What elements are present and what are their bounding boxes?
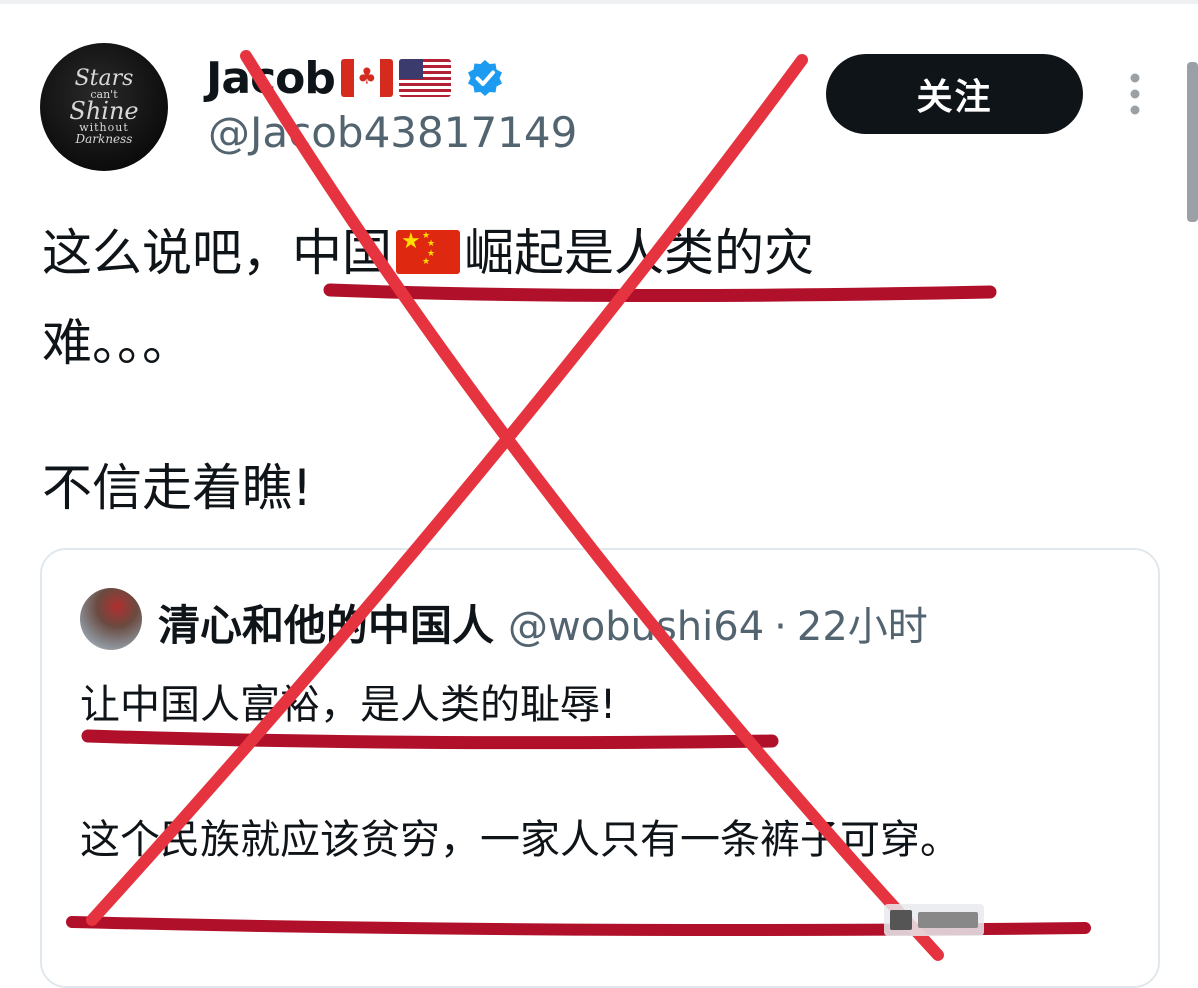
avatar-text: Shine (69, 97, 139, 126)
author-handle[interactable]: @Jacob43817149 (208, 108, 577, 157)
profile-avatar[interactable]: Stars can't Shine without Darkness (40, 43, 168, 171)
tweet-text-segment: 崛起是人类的灾 (464, 224, 814, 282)
tweet-line-1: 这么说吧，中国 ★ ★ ★ ★ ★ 崛起是人类的灾 (42, 208, 1042, 298)
top-divider (0, 0, 1198, 4)
quoted-tweet-text-1: 让中国人富裕，是人类的耻辱! (80, 682, 617, 728)
more-vertical-icon[interactable] (1124, 72, 1146, 116)
author-name-row[interactable]: Jacob ♣ (206, 52, 505, 104)
tweet-text-segment: 这么说吧，中国 (42, 224, 392, 282)
canada-flag-icon: ♣ (340, 59, 393, 97)
china-flag-icon: ★ ★ ★ ★ ★ (396, 230, 460, 274)
scrollbar[interactable] (1187, 62, 1198, 222)
usa-flag-icon (398, 59, 451, 97)
follow-button[interactable]: 关注 (826, 54, 1083, 134)
quoted-author-handle[interactable]: @wobushi64 (508, 604, 764, 650)
tweet-line-3: 不信走着瞧! (42, 459, 313, 517)
quoted-tweet-text-2: 这个民族就应该贫穷，一家人只有一条裤子可穿。 (80, 817, 960, 863)
quoted-tweet-header: 清心和他的中国人 @wobushi64 · 22小时 (158, 592, 928, 653)
avatar-text: Darkness (75, 131, 133, 146)
verified-icon (467, 60, 502, 96)
quoted-timestamp[interactable]: 22小时 (797, 594, 928, 652)
quoted-author-name[interactable]: 清心和他的中国人 (158, 592, 494, 653)
quoted-author-avatar[interactable] (80, 588, 142, 650)
avatar-text: Stars (74, 66, 134, 92)
tweet-body: 这么说吧，中国 ★ ★ ★ ★ ★ 崛起是人类的灾 难。。。 (42, 208, 1042, 388)
watermark-icon (884, 904, 984, 936)
display-name[interactable]: Jacob (206, 53, 336, 104)
meta-separator: · (774, 604, 787, 650)
tweet-line-2: 难。。。 (42, 314, 192, 372)
